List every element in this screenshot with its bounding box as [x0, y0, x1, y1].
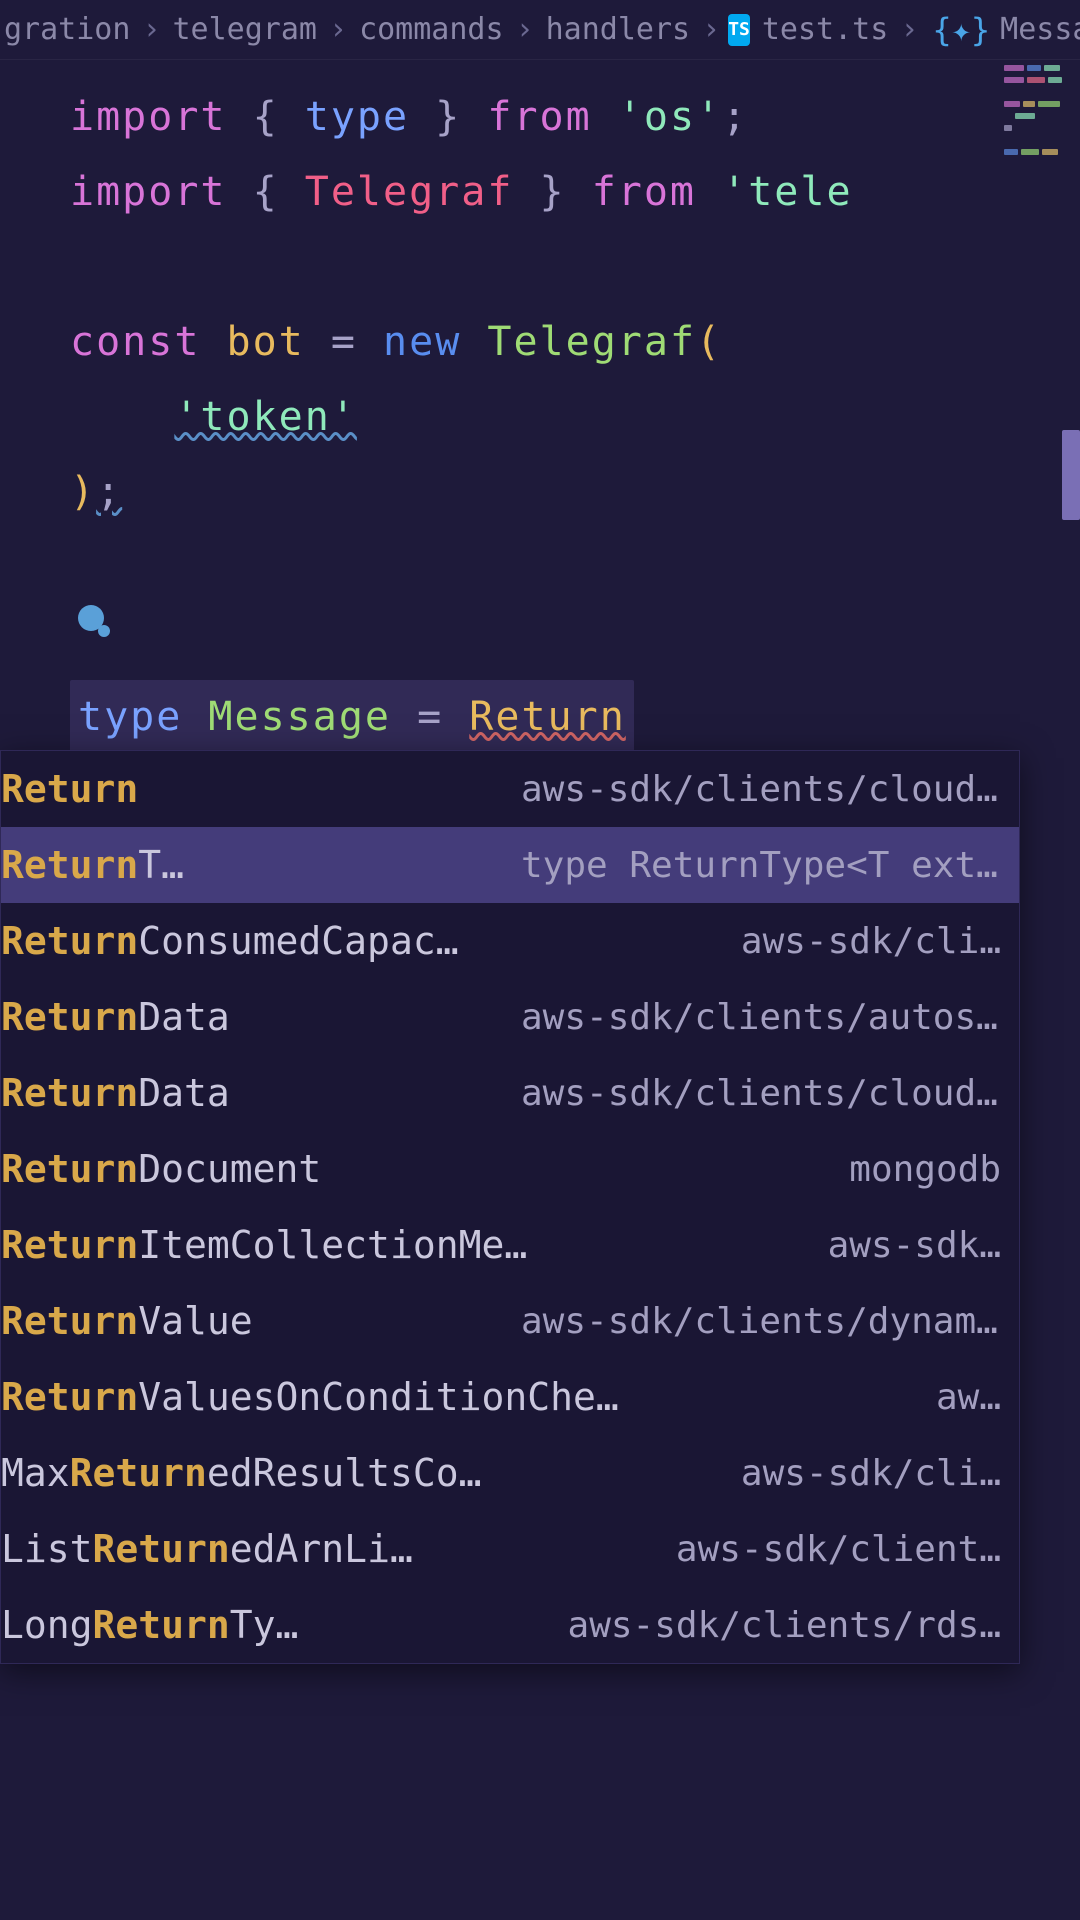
keyword: import	[70, 94, 227, 140]
autocomplete-item-name: ReturnValue	[1, 1299, 253, 1343]
punct: }	[409, 94, 461, 140]
autocomplete-item-name: Return	[1, 767, 138, 811]
minimap[interactable]	[1004, 65, 1076, 315]
autocomplete-item-detail: aws-sdk/clients/rds…	[548, 1605, 1001, 1646]
autocomplete-item[interactable]: ListReturnedArnLi… aws-sdk/client…	[1, 1511, 1019, 1587]
autocomplete-item-name: ReturnDocument	[1, 1147, 321, 1191]
autocomplete-popup[interactable]: Return aws-sdk/clients/cloudsear… ReturnT……	[0, 750, 1020, 1664]
editor-area[interactable]: import { type } from 'os'; import { Tele…	[0, 60, 1080, 755]
breadcrumb-file[interactable]: test.ts	[758, 12, 892, 47]
autocomplete-item-name: LongReturnTy…	[1, 1603, 298, 1647]
chevron-right-icon: ›	[134, 12, 168, 47]
chevron-right-icon: ›	[321, 12, 355, 47]
autocomplete-item[interactable]: ReturnValue aws-sdk/clients/dynamo…	[1, 1283, 1019, 1359]
autocomplete-item-detail: aws-sdk…	[808, 1225, 1001, 1266]
code-line[interactable]	[70, 230, 1080, 305]
code-line[interactable]: type Message = Return	[70, 680, 1080, 755]
autocomplete-item-detail: aw…	[916, 1377, 1001, 1418]
punct: ;	[96, 469, 122, 515]
code-line[interactable]: import { Telegraf } from 'tele	[70, 155, 1080, 230]
punct: {	[253, 94, 305, 140]
type-name: Message	[208, 694, 391, 740]
punct: =	[331, 319, 357, 365]
class: Telegraf	[487, 319, 696, 365]
breadcrumb-item[interactable]: telegram	[169, 12, 322, 47]
autocomplete-item-detail: type ReturnType<T extends…	[501, 845, 1001, 886]
breadcrumb-item[interactable]: commands	[355, 12, 508, 47]
punct: (	[696, 319, 722, 365]
autocomplete-item-detail: aws-sdk/clients/cloudsear…	[501, 769, 1001, 810]
autocomplete-item[interactable]: ReturnT… type ReturnType<T extends…	[1, 827, 1019, 903]
breadcrumb-symbol[interactable]: Message	[996, 12, 1080, 47]
autocomplete-item-detail: aws-sdk/clients/autosca…	[501, 997, 1001, 1038]
autocomplete-item[interactable]: LongReturnTy… aws-sdk/clients/rds…	[1, 1587, 1019, 1663]
autocomplete-item-detail: aws-sdk/clients/cloudwa…	[501, 1073, 1001, 1114]
keyword: type	[78, 694, 182, 740]
breadcrumb-item[interactable]: handlers	[542, 12, 695, 47]
string: 'tele	[722, 169, 852, 215]
keyword: from	[487, 94, 591, 140]
breadcrumb-item[interactable]: gration	[0, 12, 134, 47]
chevron-right-icon: ›	[508, 12, 542, 47]
autocomplete-item[interactable]: ReturnValuesOnConditionChec… aw…	[1, 1359, 1019, 1435]
code-line[interactable]	[70, 530, 1080, 605]
chevron-right-icon: ›	[892, 12, 926, 47]
punct: {	[253, 169, 305, 215]
autocomplete-item[interactable]: ReturnConsumedCapac… aws-sdk/cli…	[1, 903, 1019, 979]
breadcrumb[interactable]: gration › telegram › commands › handlers…	[0, 0, 1080, 60]
identifier: Telegraf	[305, 169, 514, 215]
autocomplete-item-name: ReturnValuesOnConditionChec…	[1, 1375, 621, 1419]
code-line[interactable]: 'token'	[70, 380, 1080, 455]
autocomplete-item[interactable]: Return aws-sdk/clients/cloudsear…	[1, 751, 1019, 827]
string: 'os'	[618, 94, 722, 140]
keyword: new	[383, 319, 461, 365]
variable: bot	[227, 319, 305, 365]
keyword: type	[305, 94, 409, 140]
autocomplete-item[interactable]: ReturnDocument mongodb	[1, 1131, 1019, 1207]
punct: =	[417, 694, 443, 740]
autocomplete-item-detail: aws-sdk/cli…	[721, 1453, 1001, 1494]
string: 'token'	[174, 394, 357, 440]
autocomplete-item-name: ReturnData	[1, 1071, 230, 1115]
keyword: from	[592, 169, 696, 215]
scrollbar-thumb[interactable]	[1062, 430, 1080, 520]
autocomplete-item-detail: aws-sdk/cli…	[721, 921, 1001, 962]
autocomplete-item-name: MaxReturnedResultsCo…	[1, 1451, 481, 1495]
keyword: const	[70, 319, 200, 365]
autocomplete-item-detail: aws-sdk/clients/dynamo…	[501, 1301, 1001, 1342]
autocomplete-item[interactable]: ReturnItemCollectionMe… aws-sdk…	[1, 1207, 1019, 1283]
autocomplete-item-detail: mongodb	[829, 1149, 1001, 1190]
punct: )	[70, 469, 96, 515]
autocomplete-item-name: ReturnItemCollectionMe…	[1, 1223, 527, 1267]
punct: ;	[722, 94, 748, 140]
code-line[interactable]: const bot = new Telegraf(	[70, 305, 1080, 380]
chevron-right-icon: ›	[694, 12, 728, 47]
autocomplete-item[interactable]: ReturnData aws-sdk/clients/autosca…	[1, 979, 1019, 1055]
autocomplete-item-detail: aws-sdk/client…	[656, 1529, 1001, 1570]
code-line[interactable]: );	[70, 455, 1080, 530]
autocomplete-item[interactable]: ReturnData aws-sdk/clients/cloudwa…	[1, 1055, 1019, 1131]
autocomplete-item-name: ReturnT…	[1, 843, 184, 887]
keyword: import	[70, 169, 227, 215]
autocomplete-item-name: ReturnConsumedCapac…	[1, 919, 459, 963]
lightbulb-icon[interactable]	[78, 605, 104, 631]
identifier: Return	[469, 694, 626, 740]
autocomplete-item[interactable]: MaxReturnedResultsCo… aws-sdk/cli…	[1, 1435, 1019, 1511]
punct: }	[513, 169, 565, 215]
ts-file-icon: TS	[728, 14, 750, 46]
code-line[interactable]	[70, 605, 1080, 680]
code-line[interactable]: import { type } from 'os';	[70, 80, 1080, 155]
symbol-type-icon: {✦}	[932, 11, 990, 49]
autocomplete-item-name: ReturnData	[1, 995, 230, 1039]
autocomplete-item-name: ListReturnedArnLi…	[1, 1527, 413, 1571]
